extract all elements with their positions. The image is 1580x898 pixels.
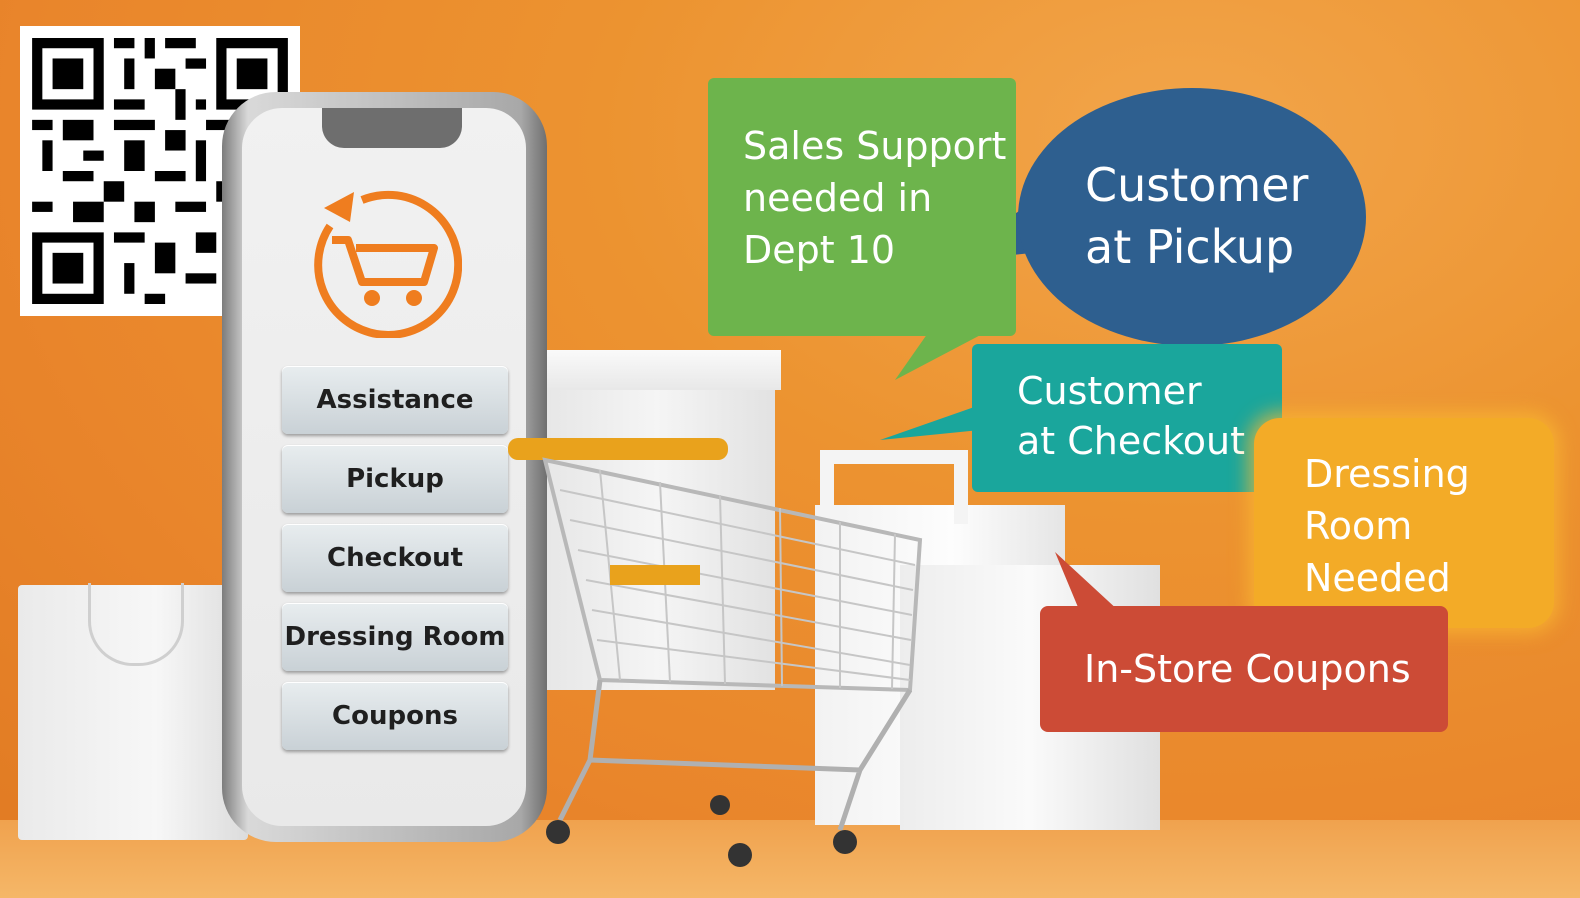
hero-scene: Assistance Pickup Checkout Dressing Room… [0,0,1580,898]
dressing-room-text: Dressing Room Needed [1304,452,1470,600]
sales-support-text: Sales Support needed in Dept 10 [743,124,1007,272]
customer-checkout-notification: Customer at Checkout [972,344,1282,492]
coupons-notification: In-Store Coupons [1040,606,1448,732]
coupons-text: In-Store Coupons [1084,647,1411,691]
customer-pickup-text: Customer at Pickup [1085,158,1309,274]
customer-checkout-text: Customer at Checkout [1017,369,1246,463]
dressing-room-notification: Dressing Room Needed [1254,418,1554,628]
sales-support-notification: Sales Support needed in Dept 10 [708,78,1016,336]
customer-pickup-notification: Customer at Pickup [1018,88,1366,346]
